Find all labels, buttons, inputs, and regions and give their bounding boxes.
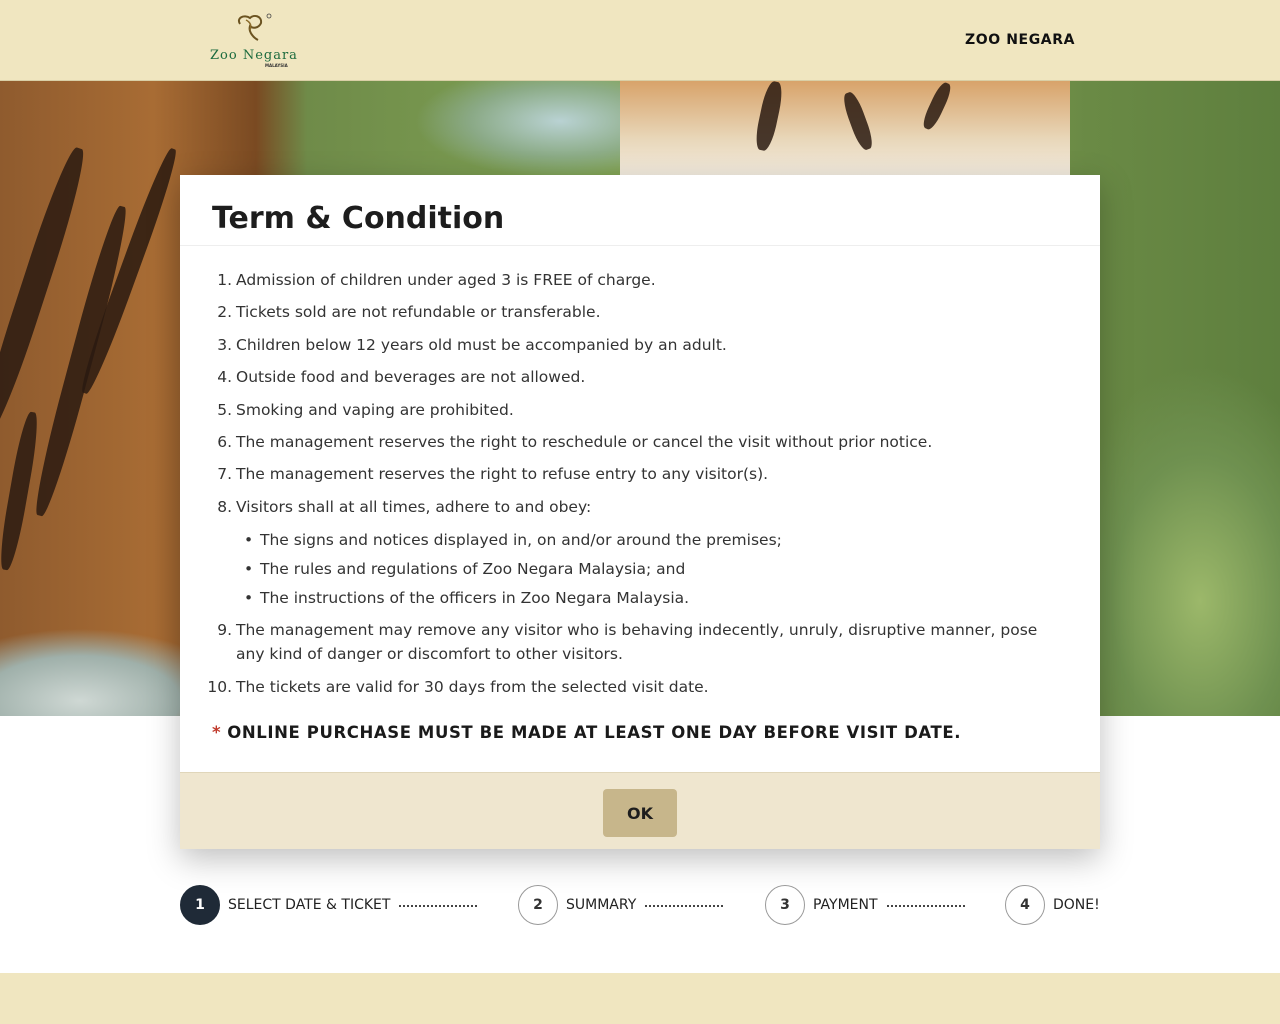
step-connector <box>645 905 724 907</box>
term-text: Children below 12 years old must be acco… <box>236 335 727 354</box>
term-item: 9. The management may remove any visitor … <box>212 618 1060 666</box>
step-connector <box>886 905 965 907</box>
step-payment: 3 PAYMENT <box>765 885 965 925</box>
term-number: 5. <box>217 400 232 419</box>
step-done: 4 DONE! <box>1005 885 1100 925</box>
bullet-icon: • <box>244 530 254 549</box>
term-text: Tickets sold are not refundable or trans… <box>236 303 601 322</box>
term-text: The management reserves the right to ref… <box>236 465 769 484</box>
modal-title: Term & Condition <box>212 201 505 236</box>
required-star: * <box>212 722 222 742</box>
tiger-stripe <box>0 410 42 572</box>
term-text: The tickets are valid for 30 days from t… <box>236 677 709 696</box>
term-text: Outside food and beverages are not allow… <box>236 368 586 387</box>
term-number: 2. <box>217 303 232 322</box>
brand-sub: MALAYSIA <box>265 63 288 68</box>
term-number: 10. <box>207 677 232 696</box>
step-number: 2 <box>518 885 558 925</box>
site-footer <box>0 973 1280 1024</box>
term-text: The management may remove any visitor wh… <box>236 621 1038 664</box>
step-label: SELECT DATE & TICKET <box>228 897 391 913</box>
tiger-stripe <box>76 145 182 397</box>
step-number: 3 <box>765 885 805 925</box>
terms-modal: Term & Condition 1. Admission of children… <box>180 175 1100 849</box>
term-number: 9. <box>217 621 232 640</box>
term-item: 5. Smoking and vaping are prohibited. <box>212 398 1060 422</box>
step-summary: 2 SUMMARY <box>518 885 724 925</box>
step-number: 1 <box>180 885 220 925</box>
step-label: PAYMENT <box>813 897 878 913</box>
term-number: 1. <box>217 271 232 289</box>
term-subitem: • The rules and regulations of Zoo Negara… <box>236 557 1060 581</box>
term-subitem-text: The instructions of the officers in Zoo … <box>260 588 690 607</box>
nav-title[interactable]: ZOO NEGARA <box>965 32 1075 48</box>
step-number: 4 <box>1005 885 1045 925</box>
term-item: 8. Visitors shall at all times, adhere to… <box>212 495 1060 610</box>
term-item: 3. Children below 12 years old must be ac… <box>212 333 1060 357</box>
term-text: The management reserves the right to res… <box>236 432 933 451</box>
step-connector <box>399 905 478 907</box>
term-subitem-text: The signs and notices displayed in, on a… <box>260 530 782 549</box>
term-text: Visitors shall at all times, adhere to a… <box>236 497 592 516</box>
term-text: Smoking and vaping are prohibited. <box>236 400 514 419</box>
term-subitem-text: The rules and regulations of Zoo Negara … <box>260 559 686 578</box>
terms-list: 1. Admission of children under aged 3 is … <box>207 268 1060 699</box>
term-number: 4. <box>217 368 232 387</box>
term-number: 3. <box>217 335 232 354</box>
step-label: DONE! <box>1053 897 1100 913</box>
brand-name: Zoo Negara <box>210 48 298 63</box>
term-item: 7. The management reserves the right to r… <box>212 462 1060 486</box>
step-select-date-ticket: 1 SELECT DATE & TICKET <box>180 885 478 925</box>
term-sublist: • The signs and notices displayed in, on … <box>236 528 1060 610</box>
modal-header: Term & Condition <box>180 175 1100 246</box>
term-subitem: • The instructions of the officers in Zoo… <box>236 586 1060 610</box>
modal-footer: OK <box>180 772 1100 849</box>
term-item: 6. The management reserves the right to r… <box>212 430 1060 454</box>
ok-button[interactable]: OK <box>603 789 677 837</box>
notice-text: ONLINE PURCHASE MUST BE MADE AT LEAST ON… <box>227 722 962 742</box>
term-number: 8. <box>217 497 232 516</box>
term-subitem: • The signs and notices displayed in, on … <box>236 528 1060 552</box>
term-item: 1. Admission of children under aged 3 is … <box>212 268 1060 292</box>
purchase-notice: * ONLINE PURCHASE MUST BE MADE AT LEAST O… <box>212 723 1060 742</box>
term-number: 7. <box>217 465 232 484</box>
site-header: Zoo Negara MALAYSIA ZOO NEGARA <box>0 0 1280 81</box>
bullet-icon: • <box>244 559 254 578</box>
term-text: Admission of children under aged 3 is FR… <box>236 271 656 289</box>
checkout-steps: 1 SELECT DATE & TICKET 2 SUMMARY 3 PAYME… <box>180 885 1100 925</box>
term-item: 10. The tickets are valid for 30 days fro… <box>207 675 1060 699</box>
term-number: 6. <box>217 432 232 451</box>
modal-body: 1. Admission of children under aged 3 is … <box>180 246 1100 742</box>
step-label: SUMMARY <box>566 897 637 913</box>
term-item: 4. Outside food and beverages are not all… <box>212 365 1060 389</box>
bullet-icon: • <box>244 588 254 607</box>
tiger-logo-icon <box>238 13 272 41</box>
term-item: 2. Tickets sold are not refundable or tra… <box>212 300 1060 324</box>
